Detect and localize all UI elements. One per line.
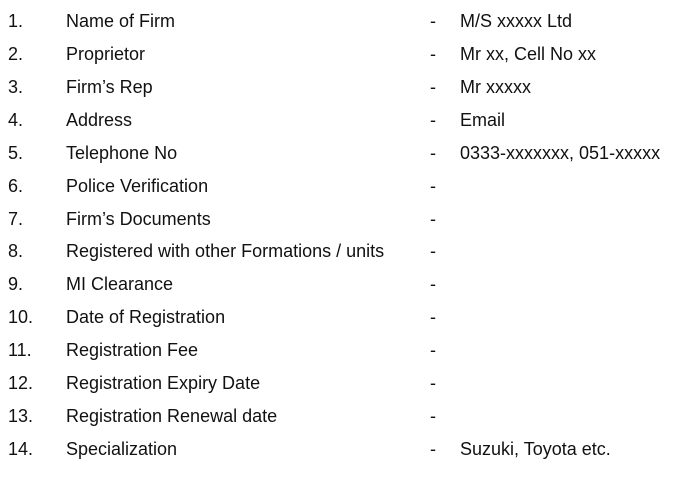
firm-detail-row: 4. Address - Email bbox=[0, 105, 687, 135]
firm-detail-row: 1. Name of Firm - M/S xxxxx Ltd bbox=[0, 6, 687, 36]
firm-detail-row: 3. Firm’s Rep - Mr xxxxx bbox=[0, 72, 687, 102]
row-label: Registration Renewal date bbox=[66, 406, 278, 426]
row-value: M/S xxxxx Ltd bbox=[460, 11, 573, 31]
row-label: MI Clearance bbox=[66, 274, 174, 294]
row-separator: - bbox=[430, 274, 436, 294]
row-separator: - bbox=[430, 77, 436, 97]
row-number: 10. bbox=[8, 307, 34, 327]
row-value: Email bbox=[460, 110, 506, 130]
row-label: Address bbox=[66, 110, 133, 130]
row-separator: - bbox=[430, 110, 436, 130]
firm-detail-row: 6. Police Verification - bbox=[0, 171, 687, 201]
row-label: Specialization bbox=[66, 439, 178, 459]
row-label: Police Verification bbox=[66, 176, 209, 196]
firm-detail-row: 9. MI Clearance - bbox=[0, 269, 687, 299]
row-separator: - bbox=[430, 209, 436, 229]
row-value: Mr xxxxx bbox=[460, 77, 531, 97]
firm-detail-row: 14. Specialization - Suzuki, Toyota etc. bbox=[0, 434, 687, 464]
row-number: 9. bbox=[8, 274, 24, 294]
firm-detail-row: 8. Registered with other Formations / un… bbox=[0, 236, 687, 266]
row-value: Mr xx, Cell No xx bbox=[460, 44, 597, 64]
row-separator: - bbox=[430, 143, 436, 163]
row-label: Date of Registration bbox=[66, 307, 226, 327]
row-label: Firm’s Documents bbox=[66, 209, 211, 229]
row-label: Proprietor bbox=[66, 44, 146, 64]
row-number: 2. bbox=[8, 44, 24, 64]
firm-detail-row: 13. Registration Renewal date - bbox=[0, 401, 687, 431]
row-label: Telephone No bbox=[66, 143, 178, 163]
row-separator: - bbox=[430, 373, 436, 393]
firm-detail-row: 12. Registration Expiry Date - bbox=[0, 368, 687, 398]
row-separator: - bbox=[430, 406, 436, 426]
row-number: 4. bbox=[8, 110, 24, 130]
firm-detail-row: 2. Proprietor - Mr xx, Cell No xx bbox=[0, 39, 687, 69]
row-separator: - bbox=[430, 44, 436, 64]
row-label: Registration Fee bbox=[66, 340, 199, 360]
firm-detail-row: 10. Date of Registration - bbox=[0, 302, 687, 332]
row-label: Firm’s Rep bbox=[66, 77, 153, 97]
row-separator: - bbox=[430, 241, 436, 261]
row-value: 0333-xxxxxxx, 051-xxxxx bbox=[460, 143, 661, 163]
firm-detail-row: 7. Firm’s Documents - bbox=[0, 204, 687, 234]
row-separator: - bbox=[430, 340, 436, 360]
row-label: Name of Firm bbox=[66, 11, 176, 31]
row-separator: - bbox=[430, 307, 436, 327]
row-number: 11. bbox=[8, 340, 32, 360]
row-separator: - bbox=[430, 11, 436, 31]
row-number: 1. bbox=[8, 11, 24, 31]
row-number: 3. bbox=[8, 77, 24, 97]
row-number: 14. bbox=[8, 439, 34, 459]
row-number: 6. bbox=[8, 176, 24, 196]
row-label: Registration Expiry Date bbox=[66, 373, 261, 393]
firm-detail-row: 11. Registration Fee - bbox=[0, 335, 687, 365]
row-number: 5. bbox=[8, 143, 24, 163]
row-value: Suzuki, Toyota etc. bbox=[460, 439, 611, 459]
row-number: 8. bbox=[8, 241, 24, 261]
row-number: 7. bbox=[8, 209, 24, 229]
row-number: 12. bbox=[8, 373, 34, 393]
row-separator: - bbox=[430, 439, 436, 459]
row-label: Registered with other Formations / units bbox=[66, 241, 385, 261]
row-separator: - bbox=[430, 176, 436, 196]
row-number: 13. bbox=[8, 406, 34, 426]
firm-detail-row: 5. Telephone No - 0333-xxxxxxx, 051-xxxx… bbox=[0, 138, 687, 168]
firm-details-document: 1. Name of Firm - M/S xxxxx Ltd 2. Propr… bbox=[0, 0, 687, 487]
